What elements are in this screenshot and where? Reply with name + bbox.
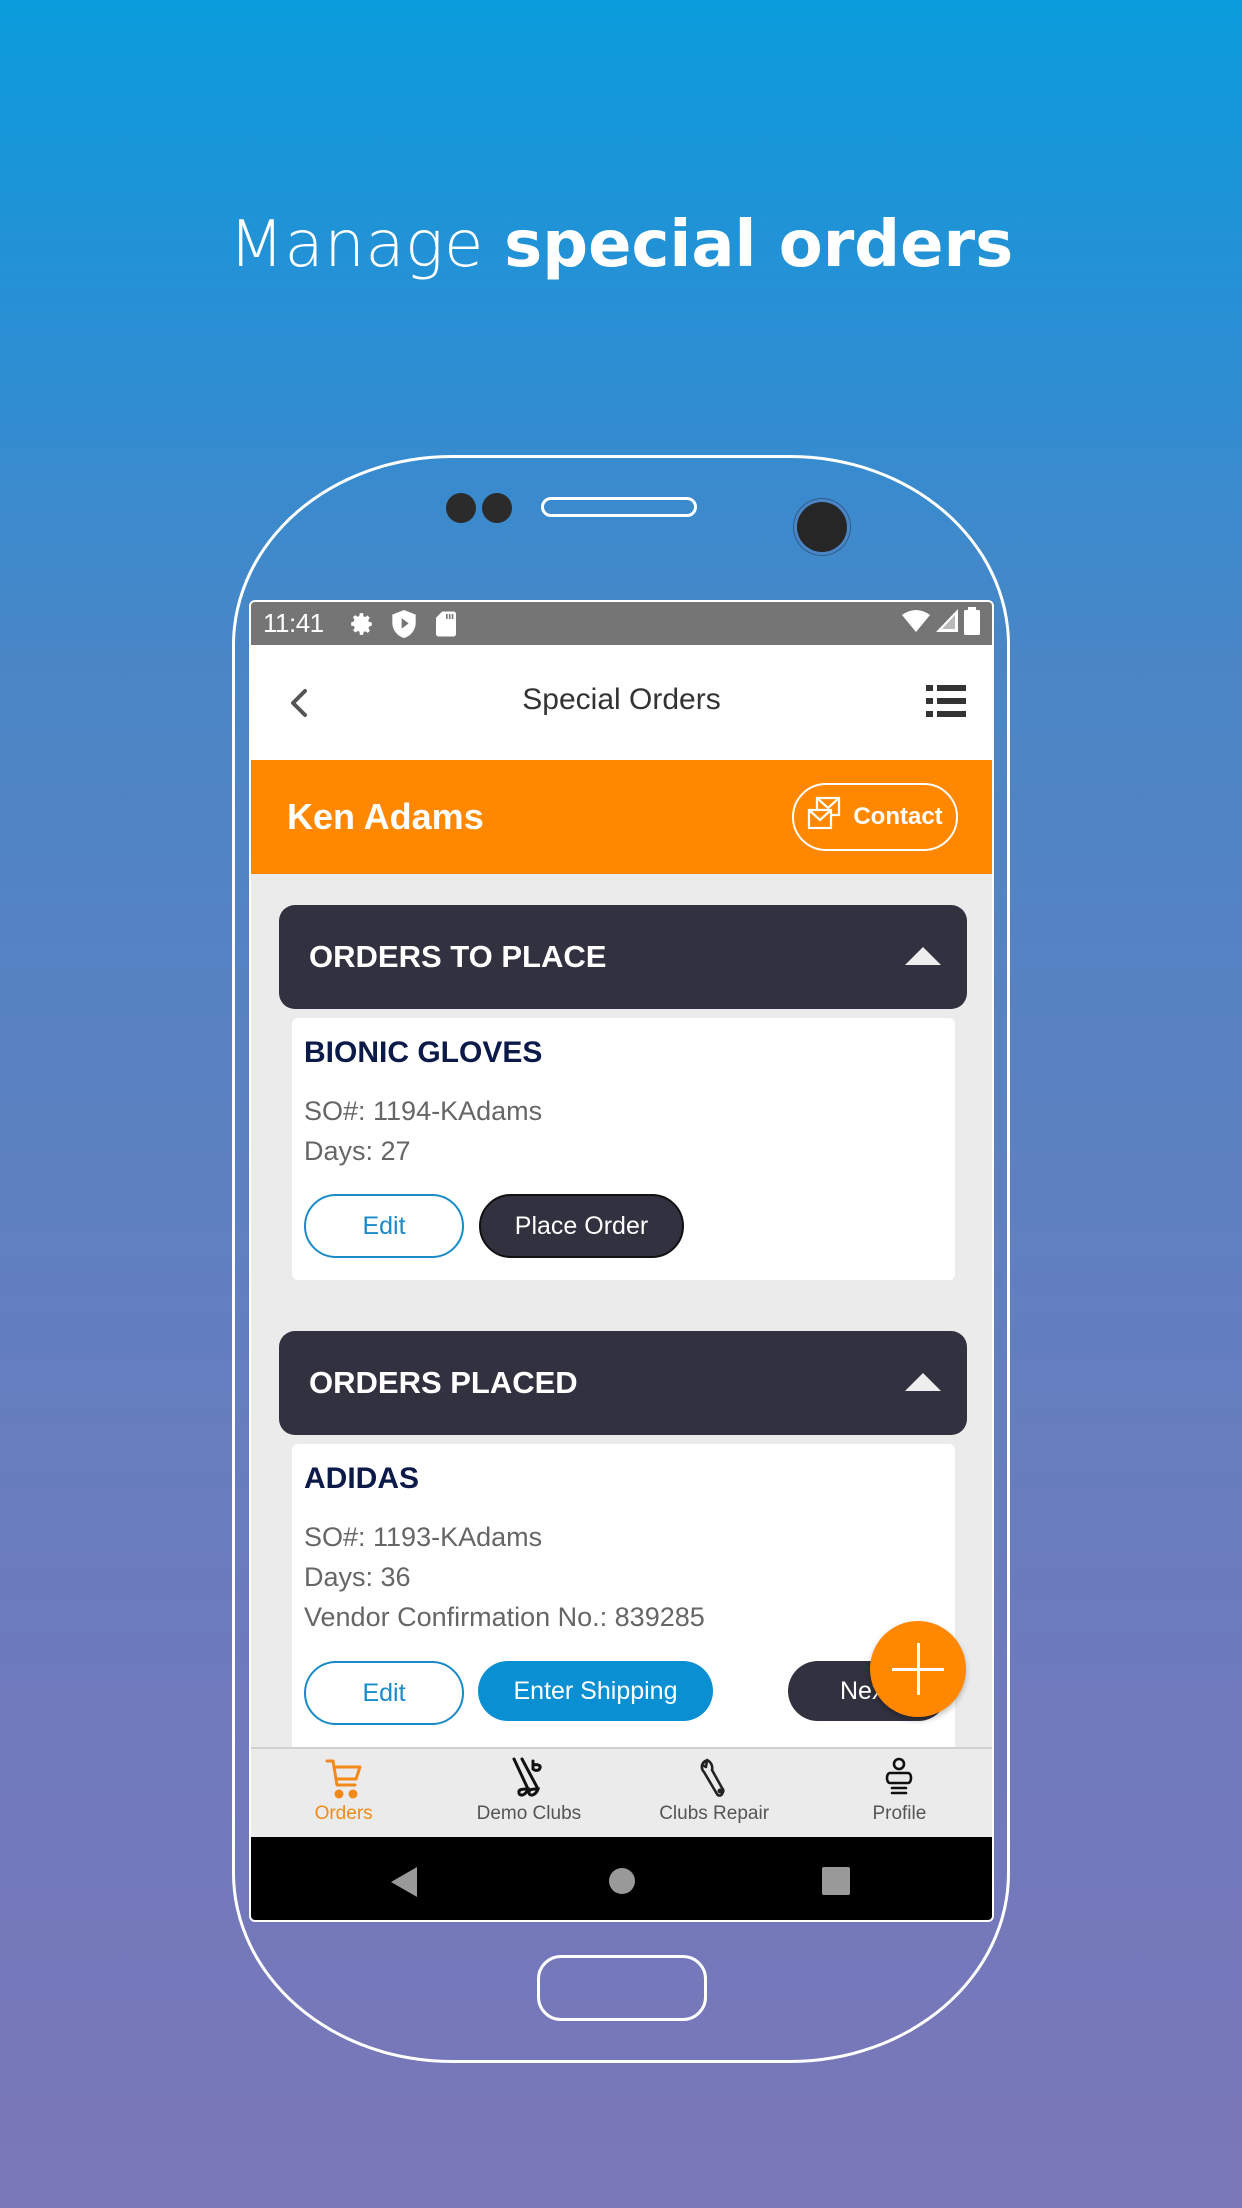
- customer-name: Ken Adams: [287, 796, 484, 837]
- headline-light: Manage: [228, 208, 484, 282]
- vendor-confirmation: Vendor Confirmation No.: 839285: [304, 1602, 705, 1632]
- status-time: 11:41: [263, 608, 324, 638]
- sensor-dot-icon: [446, 493, 476, 523]
- promo-headline: Manage special orders: [0, 200, 1242, 290]
- nav-item-orders[interactable]: Orders: [251, 1749, 436, 1837]
- chevron-up-icon[interactable]: [905, 1373, 941, 1391]
- nav-label: Demo Clubs: [476, 1803, 582, 1824]
- order-card: ADIDAS SO#: 1193-KAdams Days: 36 Vendor …: [292, 1444, 955, 1764]
- system-home-icon[interactable]: [608, 1867, 636, 1900]
- battery-icon: [964, 607, 980, 640]
- section-title: ORDERS TO PLACE: [309, 939, 607, 974]
- nav-label: Orders: [314, 1803, 373, 1824]
- phone-screen: 11:41 Special Orders Ken Adams Contact O…: [249, 600, 994, 1922]
- system-nav-bar: [251, 1837, 992, 1920]
- nav-item-profile[interactable]: Profile: [807, 1749, 992, 1837]
- section-orders-to-place-header[interactable]: ORDERS TO PLACE: [279, 905, 967, 1009]
- section-title: ORDERS PLACED: [309, 1365, 578, 1400]
- order-title: BIONIC GLOVES: [304, 1036, 543, 1069]
- shield-play-icon: [390, 609, 418, 638]
- envelope-icon: [807, 796, 843, 839]
- order-card: BIONIC GLOVES SO#: 1194-KAdams Days: 27 …: [292, 1018, 955, 1280]
- edit-button[interactable]: Edit: [304, 1194, 464, 1258]
- contact-label: Contact: [853, 803, 943, 830]
- page-title: Special Orders: [522, 683, 721, 716]
- golf-clubs-icon: [512, 1757, 542, 1797]
- system-recents-icon[interactable]: [822, 1867, 850, 1900]
- wrench-icon: [700, 1758, 725, 1797]
- nav-label: Profile: [872, 1803, 927, 1824]
- edit-button[interactable]: Edit: [304, 1661, 464, 1725]
- order-days: Days: 36: [304, 1562, 411, 1592]
- front-camera-icon: [797, 502, 847, 552]
- wifi-icon: [902, 609, 930, 638]
- cart-icon: [325, 1759, 362, 1799]
- signal-icon: [936, 609, 958, 638]
- system-back-icon[interactable]: [391, 1867, 419, 1902]
- sensor-dot-icon: [482, 493, 512, 523]
- place-order-button[interactable]: Place Order: [479, 1194, 684, 1258]
- section-orders-placed-header[interactable]: ORDERS PLACED: [279, 1331, 967, 1435]
- app-bar: Special Orders: [251, 645, 992, 760]
- order-so-number: SO#: 1193-KAdams: [304, 1522, 543, 1552]
- nav-label: Clubs Repair: [659, 1803, 770, 1824]
- nav-item-demo-clubs[interactable]: Demo Clubs: [436, 1749, 621, 1837]
- headline-bold: special orders: [504, 208, 1014, 282]
- chevron-up-icon[interactable]: [905, 947, 941, 965]
- contact-button[interactable]: Contact: [792, 783, 958, 851]
- speaker-grille: [541, 497, 697, 517]
- list-icon[interactable]: [926, 683, 966, 719]
- customer-header: Ken Adams Contact: [251, 760, 992, 874]
- nav-item-clubs-repair[interactable]: Clubs Repair: [622, 1749, 807, 1837]
- status-bar: 11:41: [251, 602, 992, 645]
- bottom-nav: Orders Demo Clubs Clubs Repair Profile: [251, 1747, 992, 1837]
- enter-shipping-button[interactable]: Enter Shipping: [478, 1661, 713, 1721]
- order-so-number: SO#: 1194-KAdams: [304, 1096, 543, 1126]
- add-order-fab[interactable]: [870, 1621, 966, 1717]
- order-title: ADIDAS: [304, 1462, 420, 1495]
- order-days: Days: 27: [304, 1136, 411, 1166]
- profile-icon: [886, 1757, 913, 1795]
- sd-card-icon: [432, 610, 460, 638]
- gear-icon: [348, 610, 376, 638]
- hardware-home-button: [537, 1955, 707, 2021]
